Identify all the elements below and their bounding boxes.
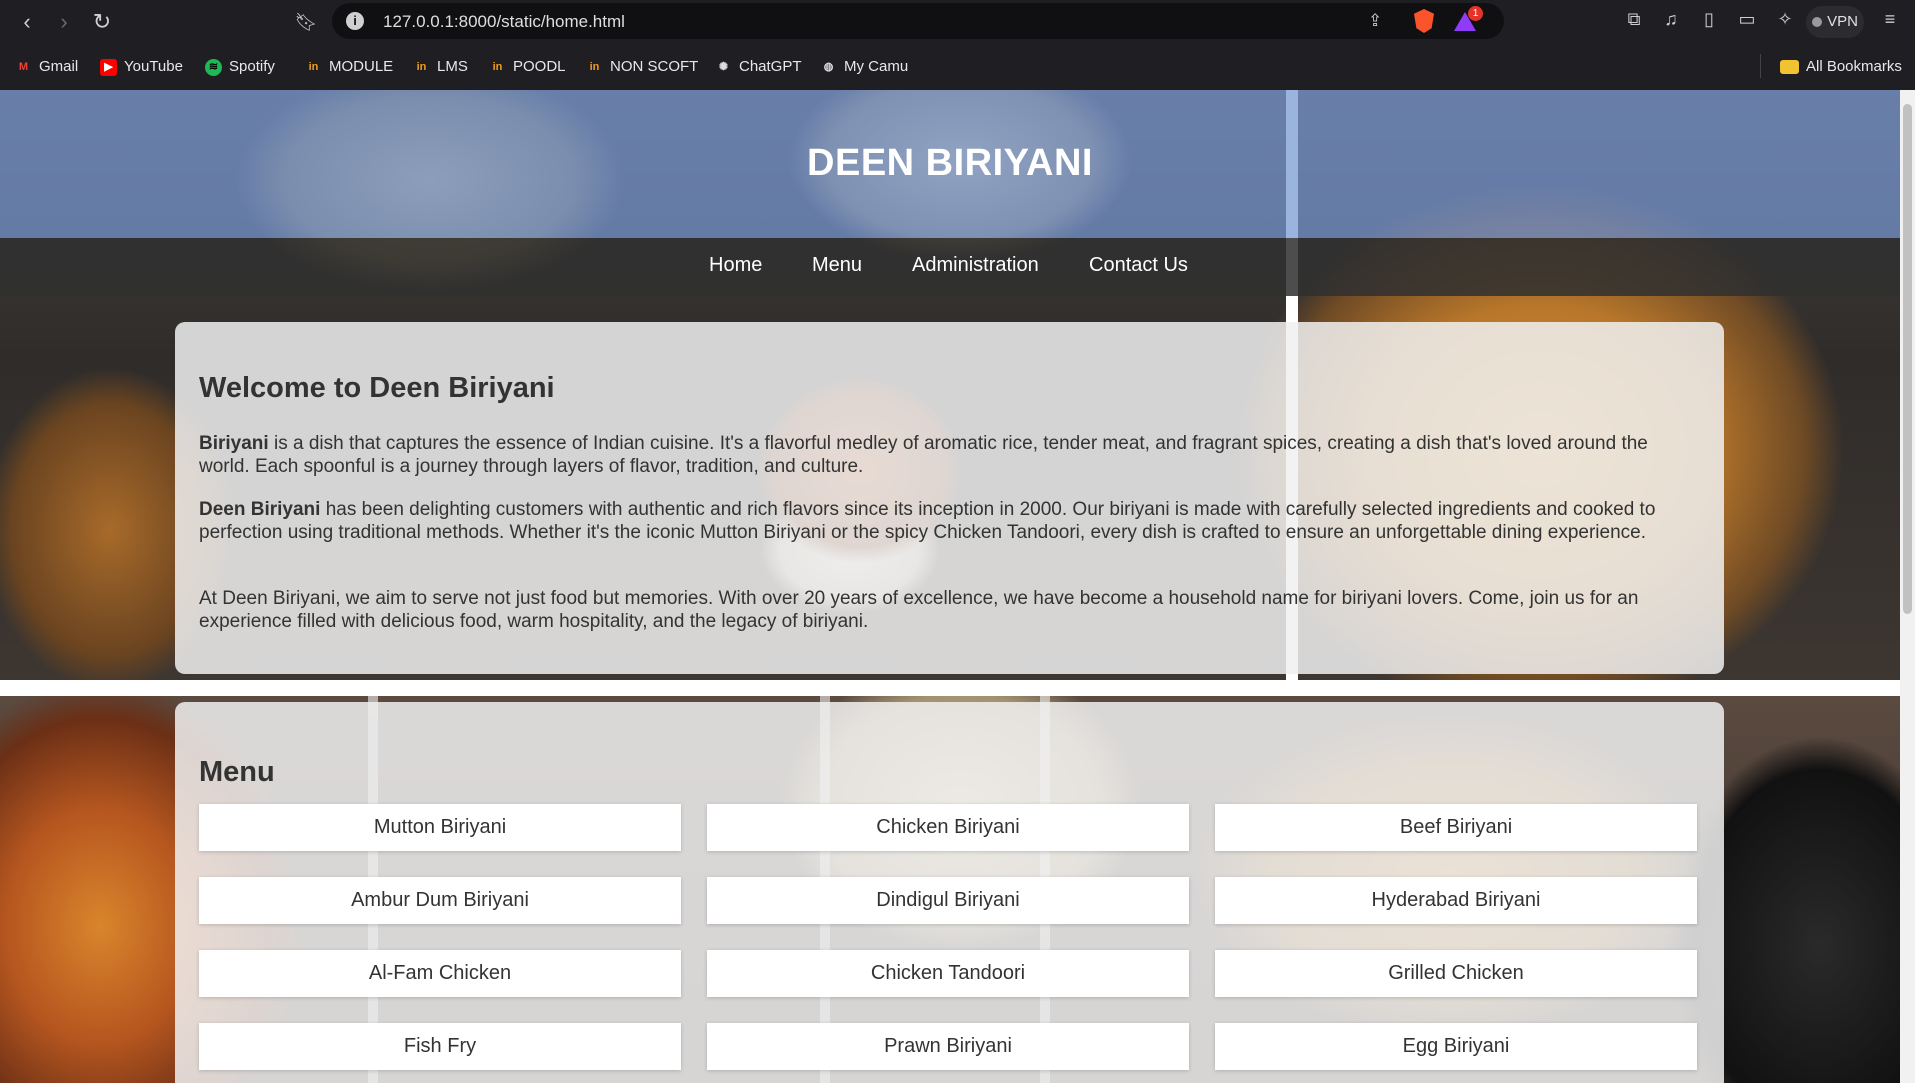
forward-icon[interactable]: › [52, 10, 76, 34]
vpn-button[interactable]: VPN [1806, 6, 1864, 38]
menu-item[interactable]: Prawn Biriyani [707, 1023, 1189, 1070]
page-viewport: DEEN BIRIYANI Home Menu Administration C… [0, 90, 1900, 1083]
menu-heading: Menu [199, 756, 275, 788]
bookmark-gmail[interactable]: M Gmail [15, 56, 78, 78]
vpn-status-icon [1812, 17, 1823, 28]
menu-item[interactable]: Fish Fry [199, 1023, 681, 1070]
welcome-section: Welcome to Deen Biriyani Biriyani is a d… [175, 322, 1724, 674]
menu-item[interactable]: Grilled Chicken [1215, 950, 1697, 997]
wallet-icon[interactable]: ▭ [1737, 9, 1757, 29]
intro-text: is a dish that captures the essence of I… [199, 433, 1648, 477]
history-paragraph: Deen Biriyani has been delighting custom… [199, 498, 1699, 544]
site-header: DEEN BIRIYANI [0, 90, 1900, 238]
folder-icon [1780, 60, 1799, 74]
menu-item[interactable]: Mutton Biriyani [199, 804, 681, 851]
nav-administration[interactable]: Administration [912, 254, 1039, 277]
menu-section: Menu Mutton Biriyani Chicken Biriyani Be… [175, 702, 1724, 1083]
bookmark-label: Gmail [39, 58, 79, 75]
media-icon[interactable]: ♫ [1661, 9, 1681, 29]
site-nav: Home Menu Administration Contact Us [0, 238, 1900, 296]
intro-bold: Biriyani [199, 433, 269, 454]
bookmark-label: NON SCOFT [610, 58, 699, 75]
intro-paragraph: Biriyani is a dish that captures the ess… [199, 432, 1699, 478]
menu-item[interactable]: Chicken Tandoori [707, 950, 1189, 997]
history-bold: Deen Biriyani [199, 499, 321, 520]
notification-badge: 1 [1468, 6, 1483, 21]
bookmarks-bar: M Gmail ▶ YouTube ≋ Spotify in MODULE in LMS … [0, 44, 1915, 90]
bookmark-label: POODL [513, 58, 566, 75]
youtube-icon: ▶ [100, 58, 117, 76]
leo-ai-icon[interactable]: ✧ [1775, 9, 1795, 29]
menu-icon[interactable]: ≡ [1880, 9, 1900, 29]
chatgpt-icon: ✺ [718, 60, 729, 73]
bookmark-label: ChatGPT [739, 58, 802, 75]
bookmark-spotify[interactable]: ≋ Spotify [205, 56, 275, 78]
bookmark-page-icon[interactable]: 🔖︎ [294, 10, 318, 34]
site-info-icon[interactable]: i [346, 12, 364, 30]
sidebar-icon[interactable]: ▯ [1699, 9, 1719, 29]
extensions-icon[interactable]: ⧉ [1624, 9, 1644, 29]
scrollbar-thumb[interactable] [1903, 104, 1912, 614]
bookmark-poodl[interactable]: in POODL [489, 56, 566, 78]
browser-toolbar: ‹ › ↻ 🔖︎ i 127.0.0.1:8000/static/home.ht… [0, 0, 1915, 44]
nav-contact-us[interactable]: Contact Us [1089, 254, 1188, 277]
menu-item[interactable]: Chicken Biriyani [707, 804, 1189, 851]
all-bookmarks-button[interactable]: All Bookmarks [1780, 56, 1902, 78]
nav-home[interactable]: Home [709, 254, 762, 277]
menu-item[interactable]: Egg Biriyani [1215, 1023, 1697, 1070]
lms-icon: in [308, 60, 319, 73]
bookmark-youtube[interactable]: ▶ YouTube [100, 56, 183, 78]
bookmark-label: My Camu [844, 58, 909, 75]
all-bookmarks-label: All Bookmarks [1806, 58, 1902, 75]
gmail-icon: M [18, 60, 29, 73]
bookmark-lms[interactable]: in LMS [413, 56, 468, 78]
menu-item[interactable]: Beef Biriyani [1215, 804, 1697, 851]
bookmark-non-scoft[interactable]: in NON SCOFT [586, 56, 699, 78]
address-bar[interactable]: i 127.0.0.1:8000/static/home.html ⇪ 1 [332, 3, 1504, 39]
lms-icon: in [492, 60, 503, 73]
menu-item[interactable]: Al-Fam Chicken [199, 950, 681, 997]
lms-icon: in [416, 60, 427, 73]
globe-icon: ◍ [823, 60, 834, 73]
bookmark-label: Spotify [229, 58, 275, 75]
welcome-heading: Welcome to Deen Biriyani [199, 372, 555, 404]
bookmark-chatgpt[interactable]: ✺ ChatGPT [715, 56, 802, 78]
site-title: DEEN BIRIYANI [807, 142, 1093, 184]
nav-menu[interactable]: Menu [812, 254, 862, 277]
bookmark-module[interactable]: in MODULE [305, 56, 394, 78]
reload-icon[interactable]: ↻ [90, 10, 114, 34]
vpn-label: VPN [1827, 13, 1858, 30]
section-divider [0, 680, 1900, 696]
bookmark-my-camu[interactable]: ◍ My Camu [820, 56, 909, 78]
page-scrollbar[interactable] [1900, 90, 1915, 1083]
bookmark-label: MODULE [329, 58, 394, 75]
brave-shield-icon[interactable] [1414, 9, 1434, 33]
share-icon[interactable]: ⇪ [1368, 11, 1388, 31]
bookmarks-divider [1760, 54, 1761, 78]
menu-item[interactable]: Hyderabad Biriyani [1215, 877, 1697, 924]
menu-item[interactable]: Dindigul Biriyani [707, 877, 1189, 924]
back-icon[interactable]: ‹ [15, 10, 39, 34]
bookmark-label: YouTube [124, 58, 183, 75]
mission-paragraph: At Deen Biriyani, we aim to serve not ju… [199, 588, 1639, 632]
menu-item[interactable]: Ambur Dum Biriyani [199, 877, 681, 924]
spotify-icon: ≋ [205, 58, 222, 76]
history-text: has been delighting customers with authe… [199, 499, 1656, 543]
url-text[interactable]: 127.0.0.1:8000/static/home.html [383, 12, 625, 32]
lms-icon: in [589, 60, 600, 73]
bookmark-label: LMS [437, 58, 468, 75]
